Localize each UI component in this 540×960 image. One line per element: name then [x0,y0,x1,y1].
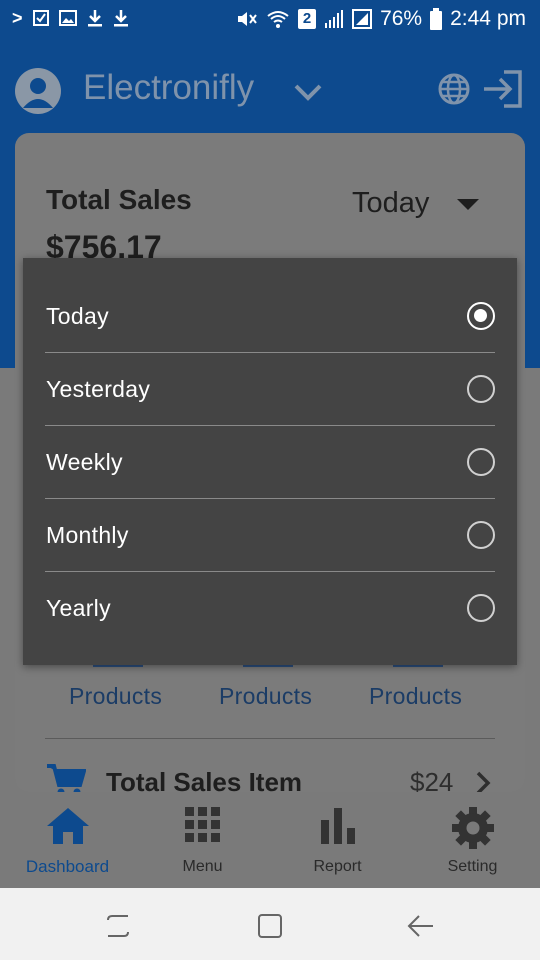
nav-menu-label: Menu [182,858,223,875]
system-status: 2 76% 2:44 pm [236,6,526,32]
period-dropdown[interactable]: Today [352,187,429,220]
period-option-weekly[interactable]: Weekly [45,426,495,499]
signal-icon [325,10,344,28]
image-icon [58,10,77,26]
period-option-label: Weekly [46,449,123,475]
period-option-label: Today [46,303,109,329]
home-button-icon[interactable] [256,912,284,940]
download-icon [87,10,102,27]
total-sales-label: Total Sales [46,184,192,215]
back-icon[interactable] [406,912,436,940]
store-selector-title[interactable]: Electronifly [83,66,254,110]
radio-selected-icon[interactable] [467,302,495,330]
period-option-label: Yearly [46,595,111,621]
products-link-2[interactable]: Products [219,683,312,710]
nav-setting-label: Setting [447,858,498,875]
nav-dashboard[interactable]: Dashboard [0,792,135,888]
chevron-right-icon: > [12,8,23,28]
system-navigation-bar [0,888,540,960]
notification-icons: > [12,7,129,29]
checkbox-icon [32,10,49,26]
period-option-label: Monthly [46,522,129,548]
logout-icon[interactable] [482,70,524,108]
bottom-navigation: Dashboard Menu Report Setting [0,792,540,888]
battery-percent: 76% [380,7,423,30]
nav-dashboard-label: Dashboard [25,857,110,876]
sim-slot-badge: 2 [298,9,317,29]
battery-icon [430,8,443,30]
period-option-yesterday[interactable]: Yesterday [45,353,495,426]
products-link-3[interactable]: Products [369,683,462,710]
globe-icon[interactable] [437,72,471,106]
nav-setting[interactable]: Setting [405,792,540,888]
home-icon [46,808,89,844]
period-option-yearly[interactable]: Yearly [45,572,495,645]
download-icon-2 [113,10,128,27]
wifi-icon [267,11,289,28]
bar-chart-icon [320,808,355,844]
status-bar: > 2 76% 2:44 pm [0,0,540,38]
radio-unselected-icon[interactable] [467,375,495,403]
nav-report-label: Report [313,858,362,875]
radio-unselected-icon[interactable] [467,521,495,549]
nav-report[interactable]: Report [270,792,405,888]
mute-icon [238,12,257,26]
clock: 2:44 pm [450,7,526,30]
gear-icon [451,807,494,849]
period-option-label: Yesterday [46,376,151,402]
period-option-monthly[interactable]: Monthly [45,499,495,572]
divider [45,738,495,739]
radio-unselected-icon[interactable] [467,594,495,622]
nav-menu[interactable]: Menu [135,792,270,888]
products-link-1[interactable]: Products [69,683,162,710]
account-circle-icon[interactable] [15,68,61,114]
radio-unselected-icon[interactable] [467,448,495,476]
chevron-down-icon[interactable] [290,74,326,110]
grid-icon [184,807,220,842]
recents-icon[interactable] [104,912,132,940]
period-option-today[interactable]: Today [45,280,495,353]
period-menu: Today Yesterday Weekly Monthly Yearly [23,258,517,665]
products-row: Products Products Products [15,678,525,718]
signal-box-icon [352,9,373,29]
caret-down-icon[interactable] [457,199,479,210]
